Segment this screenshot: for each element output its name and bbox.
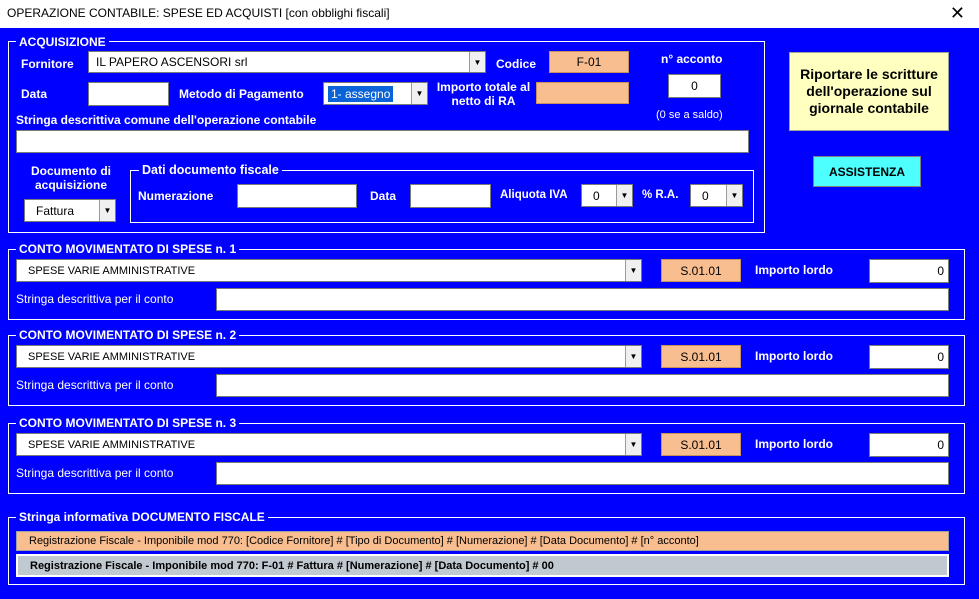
documento-label: Documento di acquisizione [31,164,111,192]
conto-3-importo-label: Importo lordo [755,437,833,451]
conto-3-account: SPESE VARIE AMMINISTRATIVE [28,438,196,451]
stringa-info-result: Registrazione Fiscale - Imponibile mod 7… [16,554,949,577]
fornitore-label: Fornitore [21,57,74,71]
conto-1-select[interactable]: SPESE VARIE AMMINISTRATIVE ▼ [16,259,642,282]
acconto-input[interactable]: 0 [668,74,721,98]
conto-2-legend: CONTO MOVIMENTATO DI SPESE n. 2 [16,328,240,342]
data-documento-input[interactable] [410,184,491,208]
metodo-value: 1- assegno [328,85,394,102]
documento-select[interactable]: Fattura ▼ [24,199,116,222]
title-bar: OPERAZIONE CONTABILE: SPESE ED ACQUISTI … [0,0,979,28]
conto-1-stringa-label: Stringa descrittiva per il conto [16,292,174,306]
aliquota-select[interactable]: 0 ▼ [581,184,633,207]
chevron-down-icon[interactable]: ▼ [625,346,641,367]
aliquota-value: 0 [593,188,600,203]
ra-label: % R.A. [642,189,679,201]
data-label: Data [21,87,48,101]
conto-3-legend: CONTO MOVIMENTATO DI SPESE n. 3 [16,416,240,430]
acconto-hint: (0 se a saldo) [656,109,723,121]
aliquota-label: Aliquota IVA [500,189,568,201]
conto-1-importo-input[interactable]: 0 [869,259,949,283]
conto-1-account: SPESE VARIE AMMINISTRATIVE [28,264,196,277]
conto-1-legend: CONTO MOVIMENTATO DI SPESE n. 1 [16,242,240,256]
documento-value: Fattura [36,203,75,218]
stringa-info-legend: Stringa informativa DOCUMENTO FISCALE [16,510,268,524]
chevron-down-icon[interactable]: ▼ [411,83,427,104]
conto-2-stringa-label: Stringa descrittiva per il conto [16,378,174,392]
assistenza-button[interactable]: ASSISTENZA [813,156,921,187]
data-documento-label: Data [370,189,397,203]
importo-totale-label: Importo totale al netto di RA [436,80,531,108]
codice-label: Codice [496,57,537,71]
metodo-select[interactable]: 1- assegno ▼ [323,82,428,105]
conto-2-stringa-input[interactable] [216,374,949,397]
chevron-down-icon[interactable]: ▼ [469,52,485,72]
fornitore-select[interactable]: IL PAPERO ASCENSORI srl ▼ [88,51,486,73]
ra-value: 0 [702,188,709,203]
conto-1-importo-label: Importo lordo [755,263,833,277]
numerazione-label: Numerazione [138,189,214,203]
conto-2-account: SPESE VARIE AMMINISTRATIVE [28,350,196,363]
data-input[interactable] [88,82,169,106]
close-icon[interactable]: ✕ [950,3,965,23]
stringa-info-template: Registrazione Fiscale - Imponibile mod 7… [16,531,949,551]
acquisizione-legend: ACQUISIZIONE [16,35,109,49]
window-title: OPERAZIONE CONTABILE: SPESE ED ACQUISTI … [7,6,390,20]
importo-totale-field [536,82,629,104]
conto-3-stringa-input[interactable] [216,462,949,485]
conto-3-importo-input[interactable]: 0 [869,433,949,457]
chevron-down-icon[interactable]: ▼ [625,434,641,455]
riportare-button[interactable]: Riportare le scritture dell'operazione s… [789,52,949,131]
ra-select[interactable]: 0 ▼ [690,184,743,207]
codice-field: F-01 [549,51,629,73]
conto-2-select[interactable]: SPESE VARIE AMMINISTRATIVE ▼ [16,345,642,368]
chevron-down-icon[interactable]: ▼ [616,185,632,206]
chevron-down-icon[interactable]: ▼ [99,200,115,221]
chevron-down-icon[interactable]: ▼ [726,185,742,206]
stringa-comune-input[interactable] [16,130,749,153]
dati-documento-legend: Dati documento fiscale [139,163,282,177]
numerazione-input[interactable] [237,184,357,208]
conto-1-stringa-input[interactable] [216,288,949,311]
acconto-label: n° acconto [661,52,723,66]
conto-1-code: S.01.01 [661,259,741,282]
stringa-comune-label: Stringa descrittiva comune dell'operazio… [16,113,317,127]
conto-3-select[interactable]: SPESE VARIE AMMINISTRATIVE ▼ [16,433,642,456]
conto-2-importo-label: Importo lordo [755,349,833,363]
fornitore-value: IL PAPERO ASCENSORI srl [96,55,248,69]
conto-2-importo-input[interactable]: 0 [869,345,949,369]
chevron-down-icon[interactable]: ▼ [625,260,641,281]
conto-3-stringa-label: Stringa descrittiva per il conto [16,466,174,480]
metodo-label: Metodo di Pagamento [179,87,304,101]
conto-2-code: S.01.01 [661,345,741,368]
form-body: ACQUISIZIONE Fornitore IL PAPERO ASCENSO… [0,28,979,599]
conto-3-code: S.01.01 [661,433,741,456]
